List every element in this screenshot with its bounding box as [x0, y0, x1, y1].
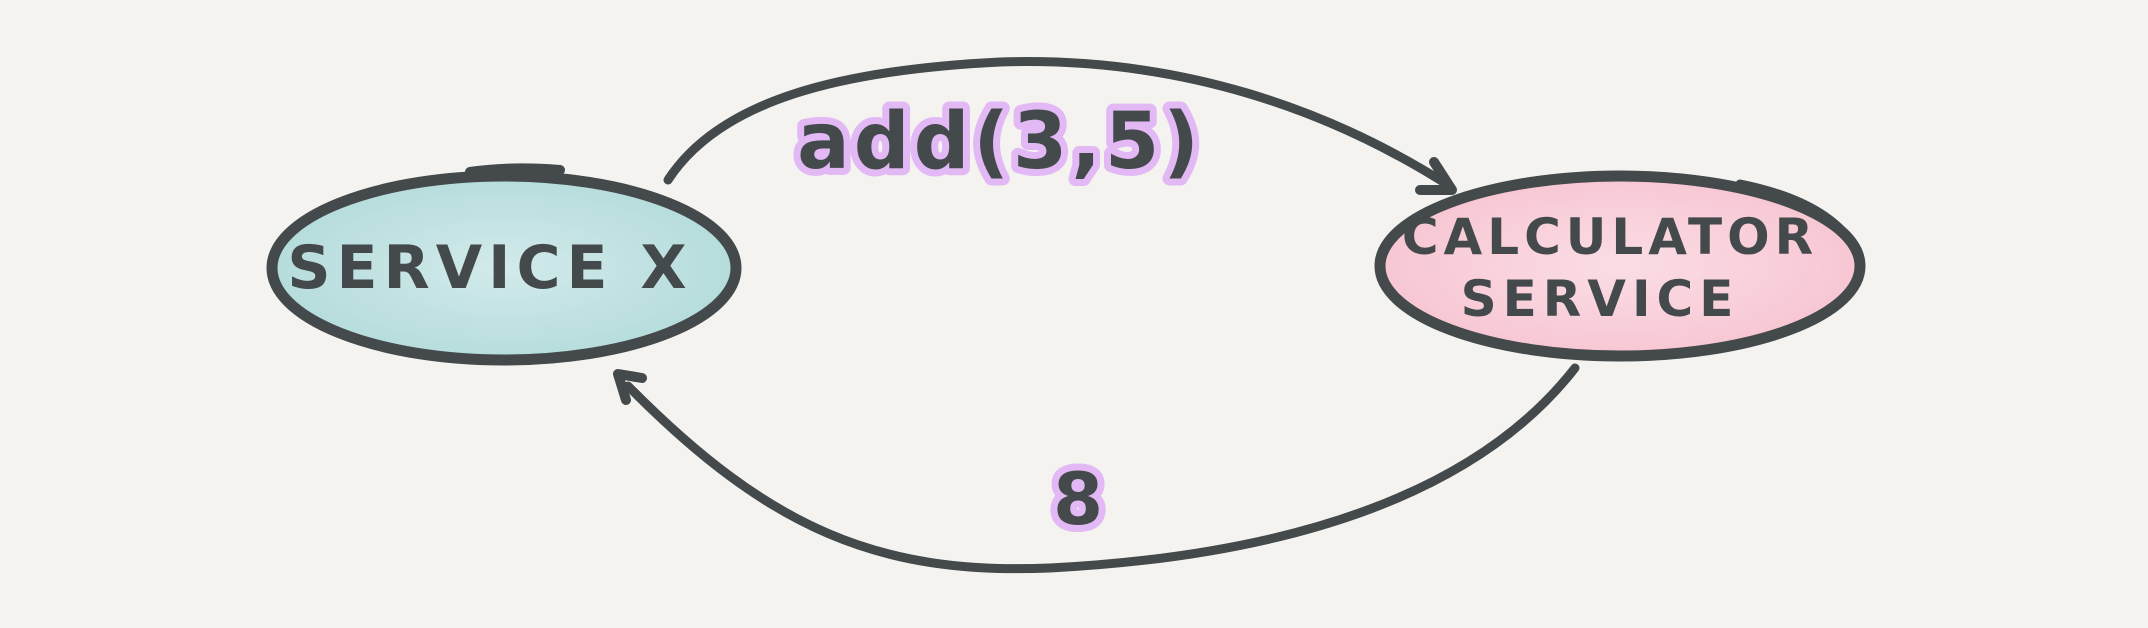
- edge-response[interactable]: 8: [613, 363, 1580, 574]
- edge-response-label: 8: [1053, 457, 1103, 541]
- edge-request-label: add(3,5): [797, 97, 1203, 187]
- node-calculator-service[interactable]: CALCULATOR SERVICE: [1374, 170, 1866, 362]
- node-calculator-service-shape: [1374, 170, 1866, 362]
- node-calculator-service-label-line-2: SERVICE: [1461, 270, 1740, 328]
- node-calculator-service-label-line-1: CALCULATOR: [1402, 208, 1818, 266]
- diagram-svg: SERVICE X CALCULATOR SERVICE add(3,5) 8: [266, 57, 1866, 574]
- diagram-canvas: SERVICE X CALCULATOR SERVICE add(3,5) 8: [0, 0, 2148, 623]
- node-service-x-label: SERVICE X: [287, 233, 692, 303]
- node-service-x[interactable]: SERVICE X: [266, 163, 742, 366]
- edge-request[interactable]: add(3,5): [663, 57, 1457, 195]
- node-service-x-overstroke: [465, 163, 565, 177]
